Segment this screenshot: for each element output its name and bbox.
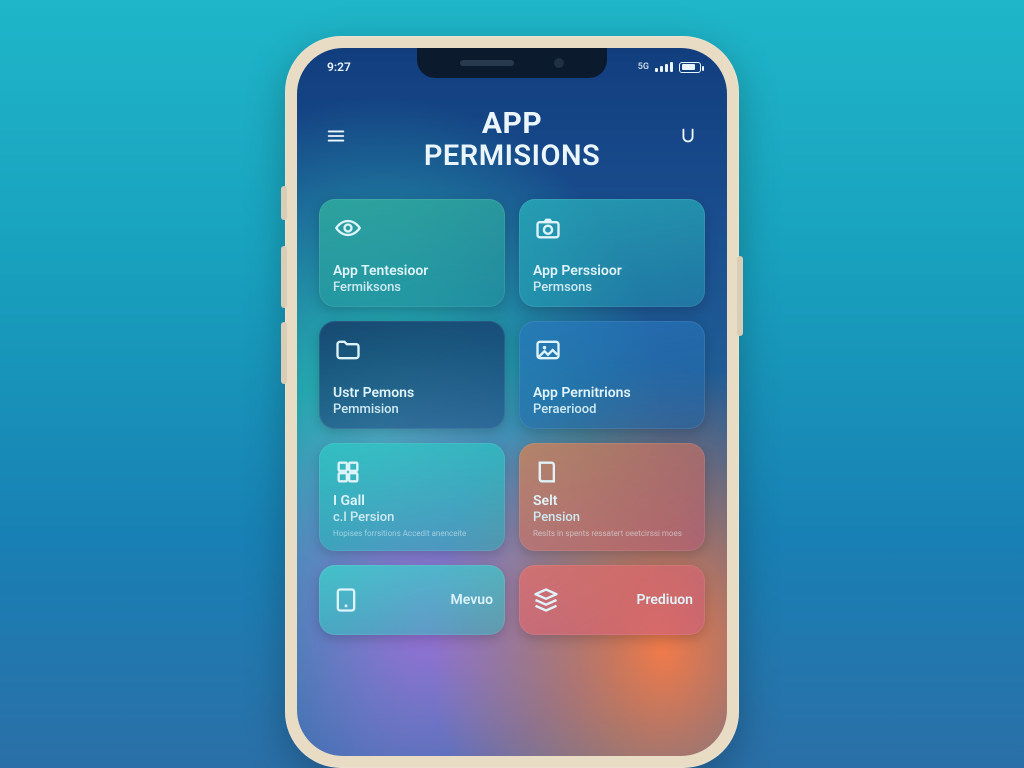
- tile-label: App Pernitrions: [533, 385, 691, 401]
- tile-prediuon[interactable]: Prediuon: [519, 565, 705, 635]
- tile-sublabel: Fermiksons: [333, 280, 491, 295]
- status-carrier: 5G: [638, 62, 649, 72]
- grid-icon: [333, 457, 363, 487]
- speaker-grille: [460, 60, 514, 66]
- front-camera: [554, 58, 564, 68]
- profile-button[interactable]: [675, 123, 701, 149]
- tile-label: Mevuo: [451, 592, 493, 608]
- side-button-power: [737, 256, 743, 336]
- tile-app-tentesioor[interactable]: App Tentesioor Fermiksons: [319, 199, 505, 307]
- u-icon: [677, 125, 699, 147]
- photo-icon: [533, 335, 563, 365]
- title-line2: Permisions: [424, 139, 600, 173]
- tile-subtitle: Resits in spents ressatert oeetcirssi mo…: [533, 529, 691, 539]
- tile-sublabel: c.l Persion: [333, 510, 491, 525]
- side-button-volume-down: [281, 322, 287, 384]
- tile-label: Prediuon: [637, 592, 694, 608]
- tile-label: App Perssioor: [533, 263, 691, 279]
- tile-mevuo[interactable]: Mevuo: [319, 565, 505, 635]
- tile-app-perssioor[interactable]: App Perssioor Permsons: [519, 199, 705, 307]
- tile-label: Ustr Pemons: [333, 385, 491, 401]
- tile-ustr-pemons[interactable]: Ustr Pemons Pemmision: [319, 321, 505, 429]
- side-button-mute: [281, 186, 287, 220]
- signal-icon: [655, 62, 673, 72]
- tile-app-pernitrions[interactable]: App Pernitrions Peraeriood: [519, 321, 705, 429]
- tile-subtitle: Hopises forrsitions Accedit anenceite: [333, 529, 491, 539]
- battery-icon: [679, 62, 701, 73]
- tile-sublabel: Pemmision: [333, 402, 491, 417]
- eye-icon: [333, 213, 363, 243]
- phone-frame: 9:27 5G APP Permisions: [285, 36, 739, 768]
- tile-sublabel: Pension: [533, 510, 691, 525]
- tile-label: Selt: [533, 493, 691, 509]
- tile-selt[interactable]: Selt Pension Resits in spents ressatert …: [519, 443, 705, 551]
- hamburger-icon: [325, 125, 347, 147]
- book-icon: [533, 457, 563, 487]
- camera-icon: [533, 213, 563, 243]
- side-button-volume-up: [281, 246, 287, 308]
- notch: [417, 48, 607, 78]
- phone-screen: 9:27 5G APP Permisions: [297, 48, 727, 756]
- menu-button[interactable]: [323, 123, 349, 149]
- title-line1: APP: [424, 106, 600, 141]
- tile-label: App Tentesioor: [333, 263, 491, 279]
- tile-label: I Gall: [333, 493, 491, 509]
- folder-icon: [333, 335, 363, 365]
- status-time: 9:27: [327, 60, 351, 74]
- tile-sublabel: Peraeriood: [533, 402, 691, 417]
- stack-icon: [531, 585, 561, 615]
- tile-sublabel: Permsons: [533, 280, 691, 295]
- device-icon: [331, 585, 361, 615]
- tile-igall[interactable]: I Gall c.l Persion Hopises forrsitions A…: [319, 443, 505, 551]
- page-title: APP Permisions: [424, 106, 600, 173]
